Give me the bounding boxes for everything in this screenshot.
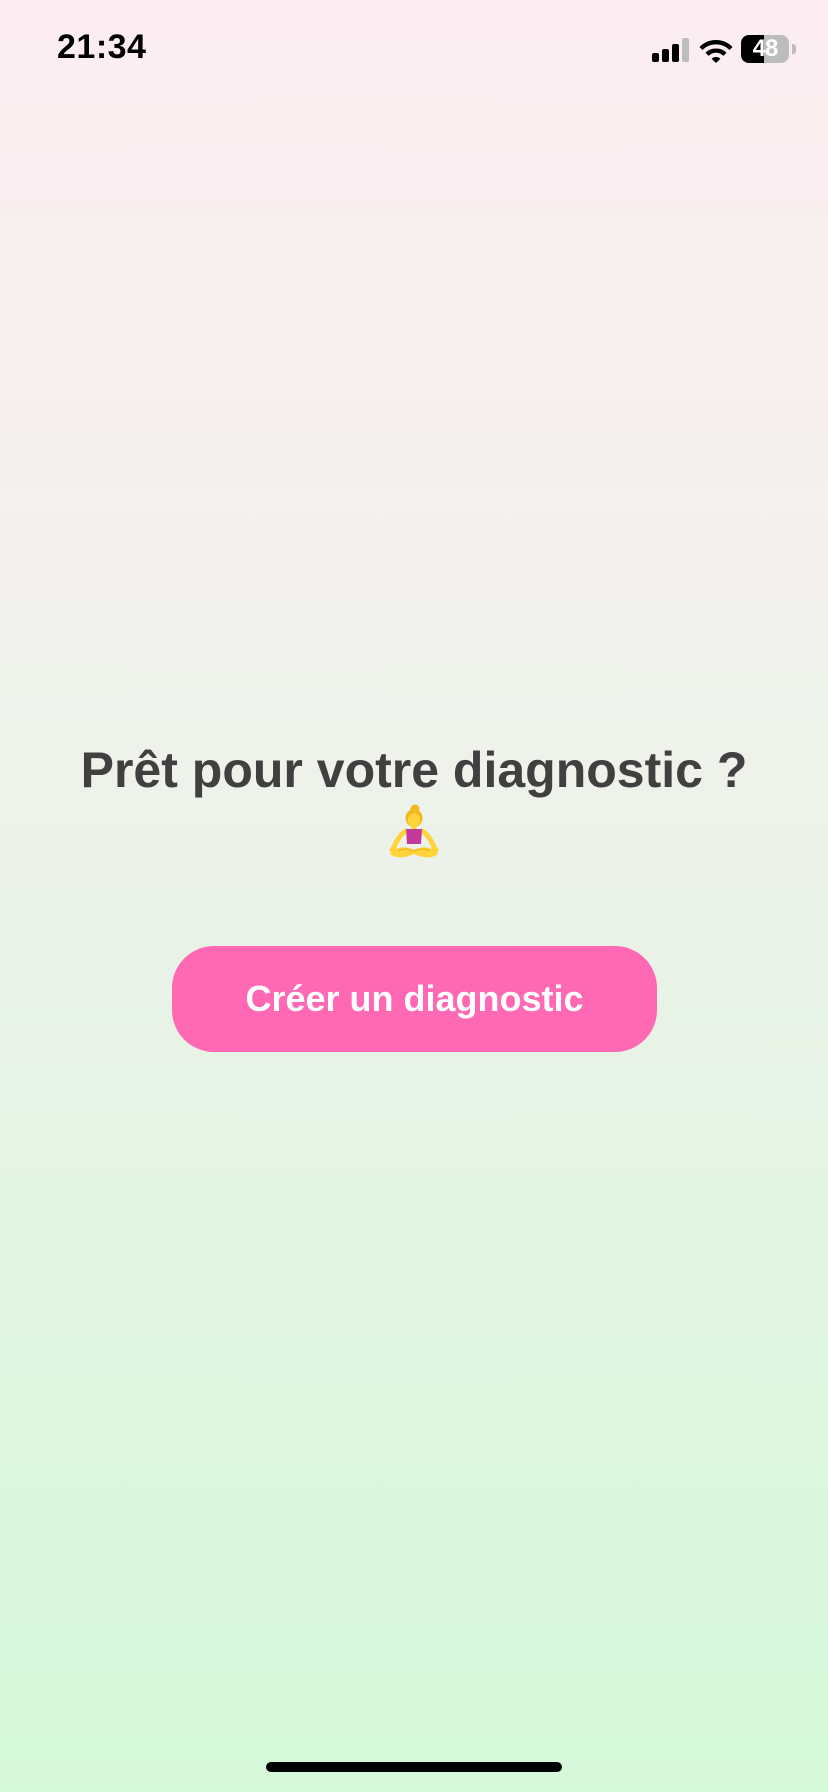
signal-bar	[682, 38, 689, 62]
create-diagnostic-button[interactable]: Créer un diagnostic	[172, 946, 657, 1052]
battery-icon: 48	[741, 35, 797, 63]
app-screen: 21:34 48 Prêt pour votre diagnostic ? Cr…	[0, 0, 828, 1792]
battery-cap	[792, 44, 796, 54]
status-bar: 21:34 48	[0, 0, 828, 100]
person-meditating-icon	[389, 804, 439, 858]
signal-bar	[662, 49, 669, 62]
battery-level-text: 48	[752, 35, 779, 62]
wifi-icon	[699, 40, 733, 63]
home-indicator[interactable]	[266, 1762, 562, 1772]
cellular-signal-icon	[652, 38, 690, 62]
page-headline: Prêt pour votre diagnostic ?	[80, 742, 748, 798]
create-diagnostic-button-label: Créer un diagnostic	[245, 978, 584, 1019]
status-time: 21:34	[57, 28, 147, 66]
signal-bar	[652, 53, 659, 62]
signal-bar	[672, 44, 679, 62]
battery-body: 48	[741, 35, 789, 63]
